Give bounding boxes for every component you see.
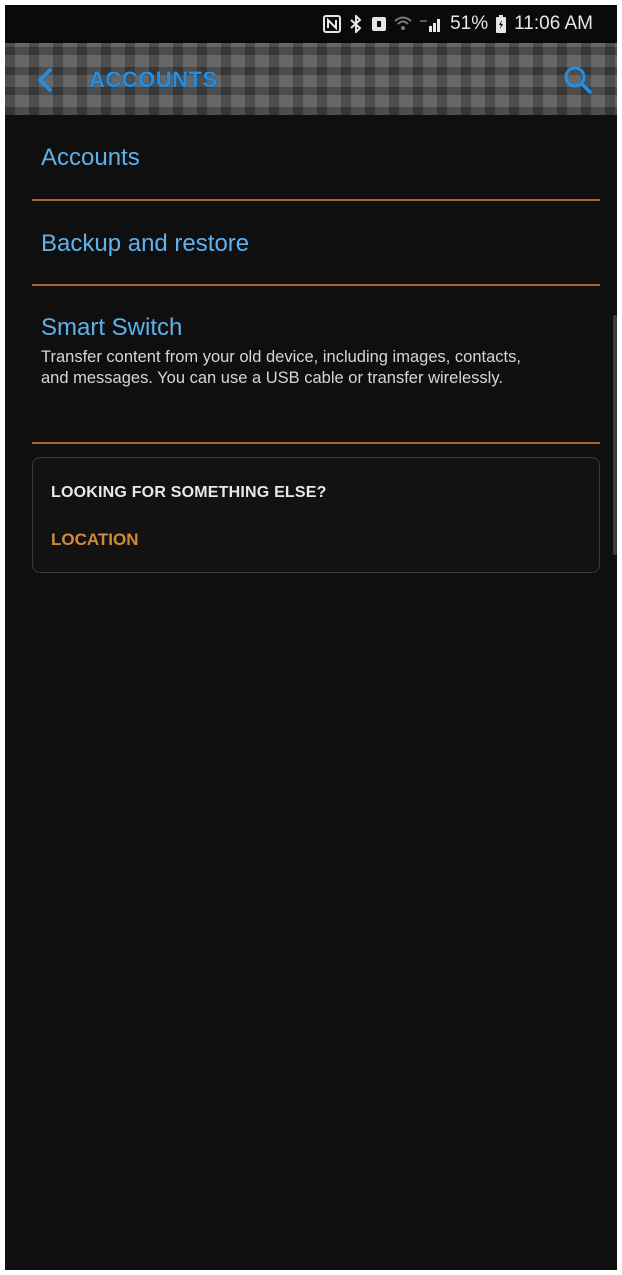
divider	[32, 199, 600, 201]
menu-item-description: Transfer content from your old device, i…	[41, 348, 521, 387]
menu-item-backup-restore[interactable]: Backup and restore	[41, 229, 601, 259]
signal-icon	[419, 16, 443, 32]
search-button[interactable]	[561, 63, 593, 95]
phone-screen: 51% 11:06 AM ACCOUNTS Accounts Backup an…	[5, 5, 617, 1270]
alarm-icon	[371, 16, 387, 32]
battery-icon	[495, 15, 507, 33]
page-title: ACCOUNTS	[89, 67, 218, 92]
suggestion-card: LOOKING FOR SOMETHING ELSE? LOCATION	[32, 457, 600, 573]
search-icon	[564, 66, 592, 94]
menu-item-title: Backup and restore	[41, 230, 250, 257]
clock: 11:06 AM	[514, 13, 593, 34]
status-bar: 51% 11:06 AM	[5, 5, 617, 43]
menu-item-smart-switch[interactable]: Smart Switch Transfer content from your …	[41, 313, 601, 389]
menu-item-title: Accounts	[41, 144, 140, 171]
suggestion-heading: LOOKING FOR SOMETHING ELSE?	[51, 484, 327, 501]
chevron-left-icon	[38, 68, 52, 92]
menu-item-title: Smart Switch	[41, 314, 183, 341]
location-link[interactable]: LOCATION	[51, 530, 139, 550]
bluetooth-icon	[348, 15, 364, 33]
status-icons: 51% 11:06 AM	[323, 13, 593, 35]
menu-item-accounts[interactable]: Accounts	[41, 143, 601, 173]
scroll-indicator[interactable]	[613, 315, 617, 555]
wifi-icon	[394, 16, 412, 32]
nfc-icon	[323, 15, 342, 33]
battery-percent: 51%	[450, 13, 489, 34]
app-bar: ACCOUNTS	[5, 43, 617, 115]
back-button[interactable]	[33, 65, 59, 95]
divider	[32, 442, 600, 444]
divider	[32, 284, 600, 286]
